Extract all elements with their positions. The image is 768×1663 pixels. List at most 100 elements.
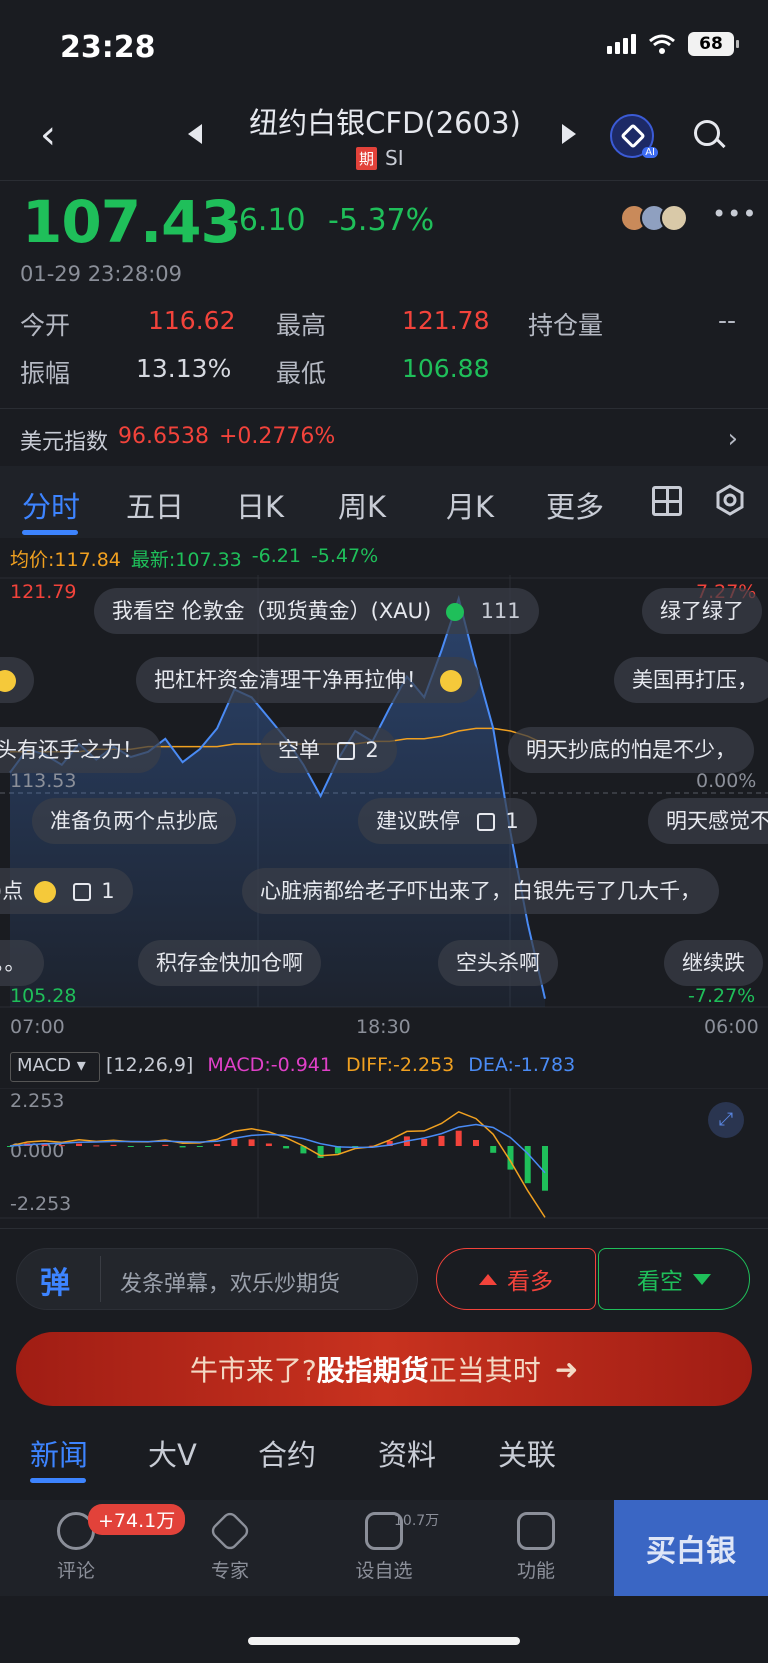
danmaku-bubble[interactable]: 明天抄底的怕是不少， (508, 727, 754, 773)
macd-value: MACD:-0.941 (207, 1054, 332, 1076)
bullish-label: 看多 (507, 1269, 553, 1295)
settings-gear-icon[interactable] (714, 484, 746, 516)
tab-intraday[interactable]: 分时 (22, 484, 80, 526)
chevron-right-icon[interactable]: › (728, 424, 738, 454)
buy-silver-button[interactable]: 买白银 (614, 1500, 768, 1596)
danmaku-bubble[interactable]: 绿了绿了 (642, 588, 762, 634)
grid-layout-icon[interactable] (652, 486, 682, 516)
dollar-index-row[interactable]: 美元指数 96.6538 +0.2776% (20, 424, 335, 456)
danmaku-bubble[interactable]: 我看空 伦敦金（现货黄金）(XAU) 111 (94, 588, 539, 634)
danmaku-bubble[interactable]: 心脏病都给老子吓出来了，白银先亏了几大千， (242, 868, 719, 914)
bullish-button[interactable]: 看多 (436, 1248, 596, 1310)
ai-assistant-icon[interactable]: AI (610, 114, 658, 158)
more-dots-icon[interactable]: ••• (712, 200, 757, 228)
cellular-signal-icon (607, 34, 636, 54)
tab-news[interactable]: 新闻 (30, 1432, 88, 1474)
macd-bar (421, 1139, 428, 1146)
banner-text-2: 股指期货 (316, 1354, 429, 1387)
tab-related[interactable]: 关联 (498, 1432, 556, 1474)
dea-line (9, 1123, 546, 1174)
prev-contract-triangle-icon[interactable] (188, 124, 202, 144)
back-chevron-icon[interactable]: ‹ (40, 115, 70, 155)
bearish-button[interactable]: 看空 (598, 1248, 750, 1310)
tab-weekly-k[interactable]: 周K (338, 484, 386, 526)
tab-contract[interactable]: 合约 (258, 1432, 316, 1474)
nav-comment-label: 评论 (56, 1560, 95, 1582)
like-count: 2 (365, 738, 379, 762)
macd-bar (438, 1135, 445, 1146)
price-change-pct: -5.37% (328, 203, 435, 238)
macd-bar (490, 1146, 497, 1153)
watchlist-count: 10.7万 (394, 1513, 440, 1529)
dollar-index-value: 96.6538 (118, 424, 209, 449)
low-value: 106.88 (402, 354, 490, 383)
function-list-icon (517, 1512, 555, 1550)
thumbs-up-icon (476, 813, 495, 831)
tab-info[interactable]: 资料 (378, 1432, 436, 1474)
latest-change: -6.21 (251, 545, 301, 567)
danmaku-bubble[interactable]: 把杠杆资金清理干净再拉伸！ (136, 657, 480, 703)
divider (100, 1256, 101, 1302)
arrow-up-icon (479, 1273, 497, 1285)
promo-banner[interactable]: 牛市来了? 股指期货 正当其时 ➜ (16, 1332, 752, 1406)
open-interest-label: 持仓量 (528, 311, 604, 340)
macd-bar (76, 1143, 82, 1146)
nav-function[interactable]: 功能 (486, 1512, 586, 1583)
dollar-index-change: +0.2776% (219, 424, 336, 449)
macd-bar (162, 1144, 169, 1146)
macd-bar (265, 1143, 272, 1146)
macd-values: [12,26,9] MACD:-0.941 DIFF:-2.253 DEA:-1… (106, 1054, 575, 1076)
nav-expert[interactable]: 专家 (180, 1509, 280, 1583)
tab-monthly-k[interactable]: 月K (446, 484, 494, 526)
tab-more[interactable]: 更多 (546, 484, 604, 526)
danmaku-bubble[interactable]: 建议跌停 1 (358, 798, 537, 844)
danmaku-bubble[interactable]: )点 1 (0, 868, 133, 914)
tab-big-v[interactable]: 大V (148, 1432, 197, 1474)
caret-down-icon: ▾ (76, 1055, 86, 1076)
tab-daily-k[interactable]: 日K (236, 484, 284, 526)
danmaku-count: 111 (480, 599, 521, 623)
danmaku-bubble[interactable]: 。。 (0, 940, 44, 986)
next-contract-triangle-icon[interactable] (562, 124, 576, 144)
search-icon[interactable] (694, 120, 726, 152)
intraday-chart[interactable] (0, 575, 768, 1010)
danmaku-bubble[interactable]: 空单 2 (260, 727, 397, 773)
avatar (660, 204, 688, 232)
macd-bar (473, 1140, 479, 1146)
futures-badge: 期 (356, 146, 378, 170)
macd-bar (196, 1146, 203, 1147)
status-time: 23:28 (60, 30, 156, 65)
laugh-emoji-icon (439, 670, 462, 692)
contract-code: SI (385, 146, 404, 170)
macd-chart[interactable] (0, 1088, 768, 1220)
viewer-avatars[interactable] (620, 204, 688, 232)
y-axis-max: 121.79 (10, 581, 77, 603)
danmaku-bubble[interactable]: 积存金快加仓啊 (138, 940, 321, 986)
macd-bar (179, 1146, 186, 1148)
wifi-icon (649, 34, 675, 54)
like-count: 1 (101, 879, 115, 903)
indicator-selector[interactable]: MACD ▾ (10, 1052, 100, 1082)
danmaku-icon: 弹 (40, 1266, 70, 1301)
danmaku-bubble[interactable]: 美国再打压， (614, 657, 768, 703)
danmaku-bubble[interactable]: 继续跌 (664, 940, 763, 986)
macd-bar (455, 1130, 462, 1146)
danmaku-text: 我看空 伦敦金（现货黄金）(XAU) (112, 599, 432, 623)
tab-five-day[interactable]: 五日 (126, 484, 184, 526)
banner-text-3: 正当其时 (428, 1354, 541, 1387)
open-label: 今开 (20, 311, 71, 340)
home-indicator (248, 1637, 520, 1645)
smile-emoji-icon (0, 670, 16, 692)
diamond-icon (208, 1509, 252, 1553)
divider (0, 180, 768, 181)
danmaku-bubble[interactable]: 明天感觉不 (648, 798, 768, 844)
danmaku-bubble[interactable]: 头有还手之力！ (0, 727, 161, 773)
price-change: -6.10 (228, 203, 306, 238)
pct-axis-mid: 0.00% (696, 770, 757, 792)
expand-icon[interactable]: ⤢ (708, 1102, 744, 1138)
divider (0, 408, 768, 409)
danmaku-bubble[interactable]: 准备负两个点抄底 (32, 798, 236, 844)
macd-bar (93, 1145, 100, 1147)
thumbs-up-icon (72, 883, 91, 901)
danmaku-bubble[interactable]: 空头杀啊 (438, 940, 558, 986)
